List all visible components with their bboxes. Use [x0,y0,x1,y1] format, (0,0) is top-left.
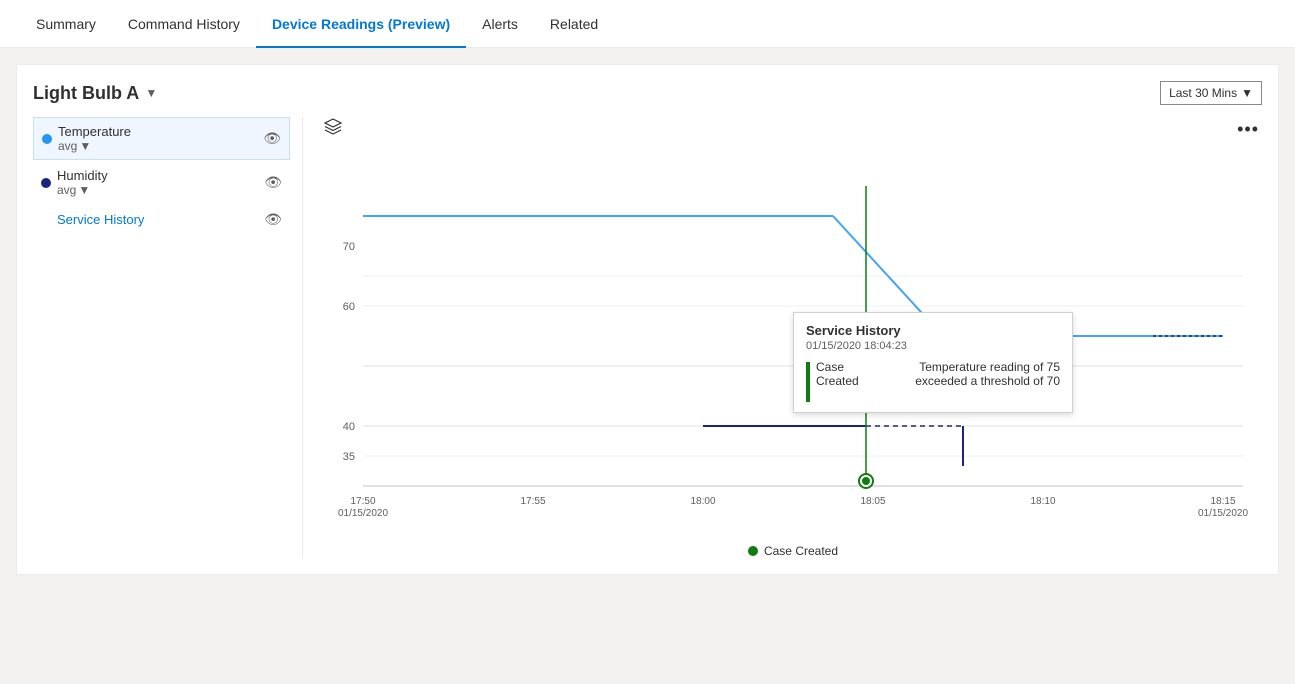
legend-humidity[interactable]: Humidity avg ▼ 👁 [33,162,290,203]
svg-text:17:50: 17:50 [350,496,375,507]
chart-area: ••• 35 [303,117,1263,558]
svg-text:18:05: 18:05 [860,496,885,507]
temperature-eye-icon[interactable]: 👁 [263,130,281,147]
card-header: Light Bulb A ▼ Last 30 Mins ▼ [33,81,1262,105]
humidity-agg-arrow: ▼ [78,183,90,197]
legend-panel: Temperature avg ▼ 👁 [33,117,303,558]
svg-text:60: 60 [343,301,355,313]
temperature-agg[interactable]: avg ▼ [58,139,131,153]
service-history-eye-icon[interactable]: 👁 [264,211,282,228]
case-created-label: Case Created [764,544,838,558]
device-title-text: Light Bulb A [33,83,139,104]
main-content: Light Bulb A ▼ Last 30 Mins ▼ Temperatur… [0,48,1295,591]
svg-text:01/15/2020: 01/15/2020 [1198,508,1248,519]
svg-text:18:00: 18:00 [690,496,715,507]
humidity-label: Humidity [57,168,108,183]
temperature-label: Temperature [58,124,131,139]
legend-temperature[interactable]: Temperature avg ▼ 👁 [33,117,290,160]
nav-summary[interactable]: Summary [20,0,112,48]
layers-icon[interactable] [323,117,343,142]
svg-text:70: 70 [343,241,355,253]
chart-legend-bottom: Case Created [323,544,1263,558]
svg-text:40: 40 [343,421,355,433]
temperature-dot [42,134,52,144]
more-options-icon[interactable]: ••• [1237,119,1259,140]
chart-container: Temperature avg ▼ 👁 [33,117,1262,558]
agg-arrow: ▼ [79,139,91,153]
legend-service-history[interactable]: Service History 👁 [33,205,290,234]
top-navigation: Summary Command History Device Readings … [0,0,1295,48]
svg-text:17:55: 17:55 [520,496,545,507]
humidity-agg[interactable]: avg ▼ [57,183,108,197]
nav-related[interactable]: Related [534,0,614,48]
chart-toolbar: ••• [323,117,1263,142]
case-created-dot [748,546,758,556]
nav-command-history[interactable]: Command History [112,0,256,48]
line-chart: 35 40 60 70 17:50 01/15/202 [323,146,1263,536]
nav-device-readings[interactable]: Device Readings (Preview) [256,0,466,48]
humidity-eye-icon[interactable]: 👁 [264,174,282,191]
humidity-dot [41,178,51,188]
svg-text:18:10: 18:10 [1030,496,1055,507]
service-history-label: Service History [57,212,144,227]
svg-text:01/15/2020: 01/15/2020 [338,508,388,519]
time-selector-label: Last 30 Mins [1169,86,1237,100]
time-selector[interactable]: Last 30 Mins ▼ [1160,81,1262,105]
device-readings-card: Light Bulb A ▼ Last 30 Mins ▼ Temperatur… [16,64,1279,575]
svg-text:35: 35 [343,451,355,463]
device-title: Light Bulb A ▼ [33,83,157,104]
nav-alerts[interactable]: Alerts [466,0,534,48]
device-dropdown-arrow[interactable]: ▼ [145,86,157,100]
time-selector-arrow: ▼ [1241,86,1253,100]
svg-text:18:15: 18:15 [1210,496,1235,507]
